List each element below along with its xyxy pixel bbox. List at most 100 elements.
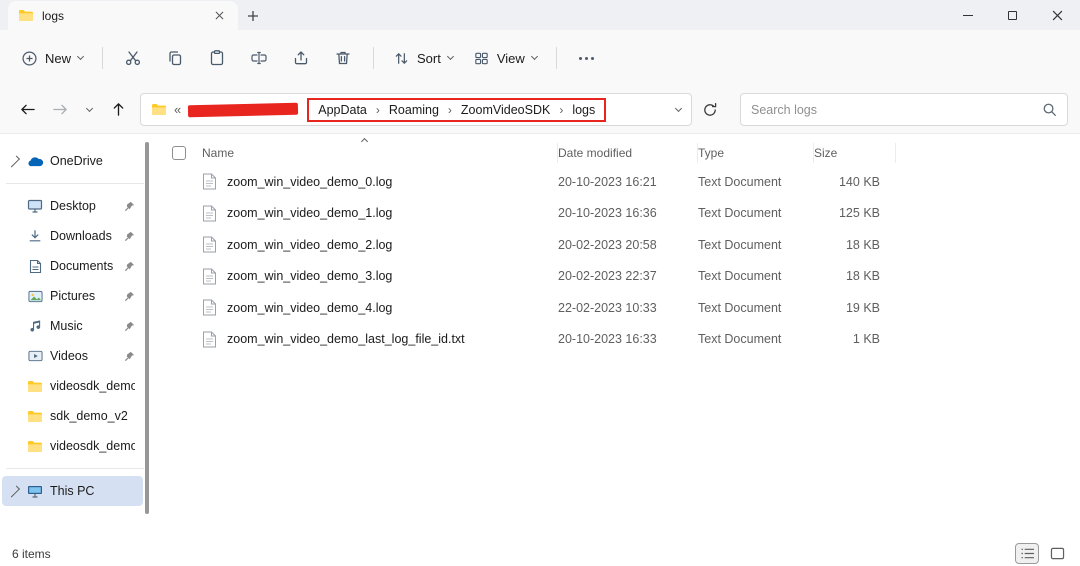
tab-close-icon[interactable]: [210, 7, 228, 25]
sidebar-item-videos[interactable]: Videos: [2, 341, 143, 371]
sidebar-item-downloads[interactable]: Downloads: [2, 221, 143, 251]
view-button-label: View: [496, 50, 525, 66]
breadcrumb-zoomvideosdk[interactable]: ZoomVideoSDK: [461, 103, 550, 117]
sidebar-item-pictures[interactable]: Pictures: [2, 281, 143, 311]
breadcrumb-separator-icon: ›: [375, 102, 380, 117]
details-view-button[interactable]: [1015, 543, 1039, 564]
file-name: zoom_win_video_demo_last_log_file_id.txt: [227, 332, 465, 347]
details-view-icon: [1020, 547, 1035, 560]
search-box[interactable]: [740, 93, 1068, 126]
downloads-icon: [26, 229, 44, 243]
breadcrumb-overflow-indicator[interactable]: «: [174, 102, 181, 117]
cut-icon: [124, 49, 142, 67]
sidebar-item-documents[interactable]: Documents: [2, 251, 143, 281]
close-button[interactable]: [1035, 0, 1080, 30]
file-name: zoom_win_video_demo_1.log: [227, 206, 393, 221]
navigation-pane: OneDrive Desktop Downloads Documents Pic…: [0, 134, 150, 541]
paste-button[interactable]: [197, 41, 237, 75]
chevron-down-icon: [446, 52, 454, 61]
breadcrumb-appdata[interactable]: AppData: [318, 103, 367, 117]
search-icon: [1042, 102, 1057, 117]
column-header-type[interactable]: Type: [698, 143, 814, 163]
sidebar-scrollbar[interactable]: [145, 142, 149, 514]
text-document-icon: [202, 268, 217, 285]
sidebar-item-videosdk-demo-1[interactable]: videosdk_demo: [2, 371, 143, 401]
refresh-button[interactable]: [695, 95, 725, 125]
column-header-date-modified[interactable]: Date modified: [558, 143, 698, 163]
new-item-icon: [21, 50, 38, 67]
share-button[interactable]: [281, 41, 321, 75]
forward-button[interactable]: [45, 95, 75, 125]
main-content: OneDrive Desktop Downloads Documents Pic…: [0, 134, 1080, 541]
desktop-icon: [26, 199, 44, 213]
explorer-tab[interactable]: logs: [8, 1, 238, 30]
sidebar-item-label: sdk_demo_v2: [50, 409, 128, 423]
more-options-button[interactable]: [567, 41, 607, 75]
file-row[interactable]: zoom_win_video_demo_1.log 20-10-2023 16:…: [150, 198, 1080, 230]
column-header-name[interactable]: Name: [202, 143, 558, 163]
file-size: 18 KB: [845, 269, 880, 284]
new-button[interactable]: New: [12, 43, 92, 74]
folder-icon: [151, 103, 167, 116]
delete-button[interactable]: [323, 41, 363, 75]
chevron-right-icon[interactable]: [7, 484, 21, 498]
redaction-overlay: [188, 102, 299, 117]
sidebar-item-onedrive[interactable]: OneDrive: [2, 146, 143, 176]
sort-icon: [393, 50, 410, 67]
sidebar-item-music[interactable]: Music: [2, 311, 143, 341]
back-button[interactable]: [12, 95, 42, 125]
pin-icon: [124, 351, 135, 362]
view-button[interactable]: View: [464, 43, 546, 74]
breadcrumb-roaming[interactable]: Roaming: [389, 103, 439, 117]
rename-button[interactable]: [239, 41, 279, 75]
arrow-right-icon: [52, 102, 69, 117]
column-headers: Name Date modified Type Size: [150, 140, 1080, 166]
close-icon: [1052, 10, 1063, 21]
file-list-pane: Name Date modified Type Size zoom_win_vi…: [150, 134, 1080, 541]
file-type: Text Document: [698, 174, 782, 189]
sidebar-item-label: This PC: [50, 484, 95, 498]
file-date-modified: 22-02-2023 10:33: [558, 300, 657, 315]
cut-button[interactable]: [113, 41, 153, 75]
address-bar[interactable]: « AppData › Roaming › ZoomVideoSDK › log…: [140, 93, 692, 126]
address-dropdown-icon[interactable]: [674, 104, 683, 112]
chevron-down-icon: [76, 52, 85, 61]
status-bar-view-toggles: [1015, 543, 1068, 564]
toolbar-divider: [555, 47, 557, 69]
text-document-icon: [202, 299, 217, 316]
copy-button[interactable]: [155, 41, 195, 75]
sidebar-item-desktop[interactable]: Desktop: [2, 191, 143, 221]
recent-locations-button[interactable]: [78, 95, 100, 125]
minimize-button[interactable]: [945, 0, 990, 30]
file-type: Text Document: [698, 269, 782, 284]
sort-button[interactable]: Sort: [384, 43, 462, 74]
file-row[interactable]: zoom_win_video_demo_0.log 20-10-2023 16:…: [150, 166, 1080, 198]
breadcrumb-logs[interactable]: logs: [572, 103, 595, 117]
pin-icon: [124, 321, 135, 332]
select-all-checkbox[interactable]: [172, 146, 186, 160]
sidebar-item-label: Desktop: [50, 199, 96, 213]
file-date-modified: 20-10-2023 16:36: [558, 206, 657, 221]
search-input[interactable]: [751, 102, 1036, 117]
file-row[interactable]: zoom_win_video_demo_2.log 20-02-2023 20:…: [150, 229, 1080, 261]
toolbar-divider: [102, 47, 104, 69]
sidebar-item-videosdk-demo-2[interactable]: videosdk_demo: [2, 431, 143, 461]
share-icon: [292, 49, 310, 67]
sidebar-item-this-pc[interactable]: This PC: [2, 476, 143, 506]
chevron-right-icon[interactable]: [7, 154, 21, 168]
file-name: zoom_win_video_demo_0.log: [227, 174, 393, 189]
file-row[interactable]: zoom_win_video_demo_last_log_file_id.txt…: [150, 324, 1080, 356]
new-tab-button[interactable]: [238, 1, 268, 30]
thumbnail-view-icon: [1050, 547, 1065, 560]
videos-icon: [26, 350, 44, 362]
thumbnail-view-button[interactable]: [1046, 544, 1068, 563]
file-row[interactable]: zoom_win_video_demo_3.log 20-02-2023 22:…: [150, 261, 1080, 293]
sidebar-item-sdk-demo-v2[interactable]: sdk_demo_v2: [2, 401, 143, 431]
file-row[interactable]: zoom_win_video_demo_4.log 22-02-2023 10:…: [150, 292, 1080, 324]
column-header-size[interactable]: Size: [814, 143, 896, 163]
sidebar-item-label: Music: [50, 319, 83, 333]
file-type: Text Document: [698, 300, 782, 315]
sidebar-divider: [6, 183, 144, 184]
up-button[interactable]: [103, 95, 133, 125]
maximize-button[interactable]: [990, 0, 1035, 30]
